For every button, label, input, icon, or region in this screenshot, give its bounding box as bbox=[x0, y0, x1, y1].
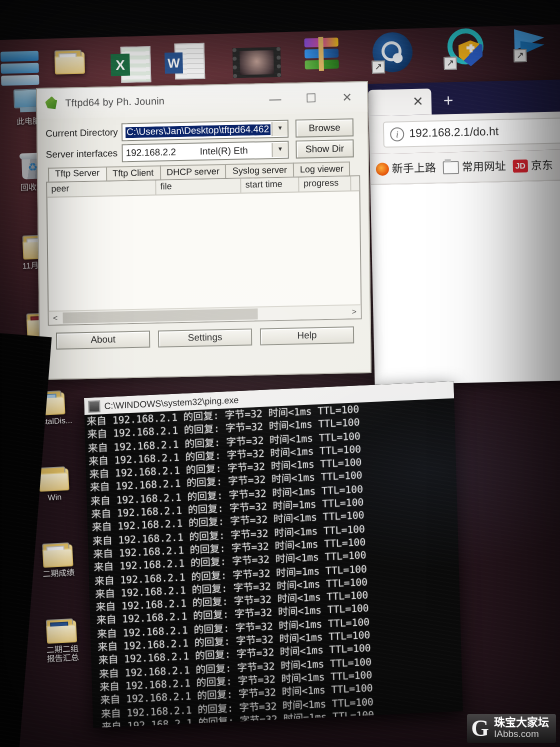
bookmark-label: 常用网址 bbox=[461, 160, 507, 174]
close-icon[interactable]: ✕ bbox=[329, 83, 365, 113]
url-bar[interactable]: i 192.168.2.1/do.ht bbox=[382, 117, 560, 148]
folder-icon bbox=[442, 160, 460, 174]
tftpd64-title: Tftpd64 by Ph. Jounin bbox=[65, 95, 165, 109]
chevron-down-icon[interactable]: ▼ bbox=[271, 121, 288, 137]
transfer-list-pane[interactable]: peer file start time progress < > bbox=[46, 175, 362, 326]
bookmark-item-common-sites[interactable]: 常用网址 bbox=[442, 158, 507, 175]
folder-phase2-results-label: 二期成绩 bbox=[42, 568, 75, 579]
watermark-logo: G bbox=[471, 715, 489, 741]
browser-tab-strip: ✕ + bbox=[368, 79, 560, 116]
tftpd64-body: Current Directory C:\Users\Jan\Desktop\t… bbox=[37, 112, 370, 350]
folder-phase2-results-icon[interactable]: 二期成绩 bbox=[31, 542, 85, 580]
firefox-window: ✕ + i 192.168.2.1/do.ht 新手上路 常用网址 JD 京东 bbox=[368, 79, 560, 385]
jd-icon: JD bbox=[512, 158, 529, 173]
url-text: 192.168.2.1/do.ht bbox=[409, 126, 499, 141]
shortcut-arrow-icon: ↗ bbox=[371, 60, 386, 74]
bookmark-item-jd[interactable]: JD 京东 bbox=[512, 157, 554, 174]
server-interfaces-value: 192.168.2.2 bbox=[125, 146, 177, 159]
excel-letter: X bbox=[110, 53, 131, 77]
console-output: 来自 192.168.2.1 的回复: 字节=32 时间<1ms TTL=100… bbox=[84, 398, 462, 728]
current-directory-value: C:\Users\Jan\Desktop\tftpd64.462 bbox=[125, 123, 271, 138]
console-app-icon bbox=[88, 399, 101, 413]
browser-content-area bbox=[370, 180, 560, 385]
site-info-icon[interactable]: i bbox=[389, 127, 405, 142]
chevron-down-icon[interactable]: ▼ bbox=[271, 142, 288, 158]
browser-nav-bar: i 192.168.2.1/do.ht bbox=[368, 111, 560, 154]
monitor-photo-scene: X W ↗ ↗ ↗ 此电脑 ♻ 回收站 CrystalDis... Win 二期… bbox=[0, 0, 560, 747]
browser-active-tab[interactable]: ✕ bbox=[368, 88, 432, 116]
column-header-start-time[interactable]: start time bbox=[241, 177, 300, 193]
show-dir-button[interactable]: Show Dir bbox=[295, 139, 354, 159]
tftpd64-app-icon bbox=[44, 96, 59, 111]
watermark-line2: IAbbs.com bbox=[494, 729, 539, 740]
bookmark-label: 京东 bbox=[530, 159, 554, 173]
server-interfaces-adapter: Intel(R) Eth bbox=[199, 145, 248, 158]
column-header-progress[interactable]: progress bbox=[299, 176, 352, 192]
excel-icon[interactable]: X bbox=[110, 44, 157, 91]
column-header-file[interactable]: file bbox=[156, 178, 242, 195]
steam-icon[interactable]: ↗ bbox=[371, 31, 419, 79]
firefox-icon bbox=[375, 162, 390, 176]
watermark-line1: 珠宝大家坛 bbox=[494, 717, 549, 729]
current-directory-combo[interactable]: C:\Users\Jan\Desktop\tftpd64.462 ▼ bbox=[121, 119, 289, 142]
column-header-peer[interactable]: peer bbox=[47, 180, 157, 197]
shortcut-arrow-icon: ↗ bbox=[513, 48, 527, 63]
help-button[interactable]: Help bbox=[259, 326, 355, 346]
maximize-icon[interactable]: ☐ bbox=[293, 83, 329, 113]
telegram-icon[interactable]: ↗ bbox=[513, 24, 560, 71]
ping-console-window: C:\WINDOWS\system32\ping.exe 来自 192.168.… bbox=[84, 381, 463, 728]
bookmark-label: 新手上路 bbox=[391, 162, 437, 176]
word-icon[interactable]: W bbox=[164, 41, 211, 88]
server-interfaces-label: Server interfaces bbox=[45, 147, 118, 161]
forum-watermark: G 珠宝大家坛 IAbbs.com bbox=[467, 714, 556, 743]
shortcut-arrow-icon: ↗ bbox=[443, 56, 458, 70]
window-controls: — ☐ ✕ bbox=[257, 83, 365, 114]
current-directory-label: Current Directory bbox=[45, 126, 118, 140]
bookmark-item-getting-started[interactable]: 新手上路 bbox=[375, 159, 437, 176]
scroll-left-icon[interactable]: < bbox=[49, 314, 62, 323]
server-interfaces-combo[interactable]: 192.168.2.2 Intel(R) Eth ▼ bbox=[121, 140, 289, 163]
security-shield-icon[interactable]: ↗ bbox=[443, 28, 491, 75]
about-button[interactable]: About bbox=[55, 330, 151, 350]
bookmarks-bar: 新手上路 常用网址 JD 京东 bbox=[369, 149, 560, 185]
new-tab-button[interactable]: + bbox=[431, 88, 466, 115]
settings-button[interactable]: Settings bbox=[157, 328, 253, 348]
tab-close-icon[interactable]: ✕ bbox=[412, 94, 423, 110]
scroll-right-icon[interactable]: > bbox=[348, 307, 361, 316]
folder-phase2-group2-report-label: 二期二组 报告汇总 bbox=[46, 644, 80, 664]
minimize-icon[interactable]: — bbox=[257, 84, 293, 114]
browse-button[interactable]: Browse bbox=[295, 118, 354, 138]
tftpd64-window: Tftpd64 by Ph. Jounin — ☐ ✕ Current Dire… bbox=[36, 81, 372, 380]
current-directory-row: Current Directory C:\Users\Jan\Desktop\t… bbox=[45, 118, 359, 143]
server-interfaces-row: Server interfaces 192.168.2.2 Intel(R) E… bbox=[46, 139, 360, 164]
scrollbar-thumb[interactable] bbox=[62, 308, 258, 324]
winrar-icon[interactable] bbox=[304, 36, 351, 84]
word-letter: W bbox=[164, 52, 184, 74]
folder-phase2-group2-report-icon[interactable]: 二期二组 报告汇总 bbox=[35, 618, 89, 665]
